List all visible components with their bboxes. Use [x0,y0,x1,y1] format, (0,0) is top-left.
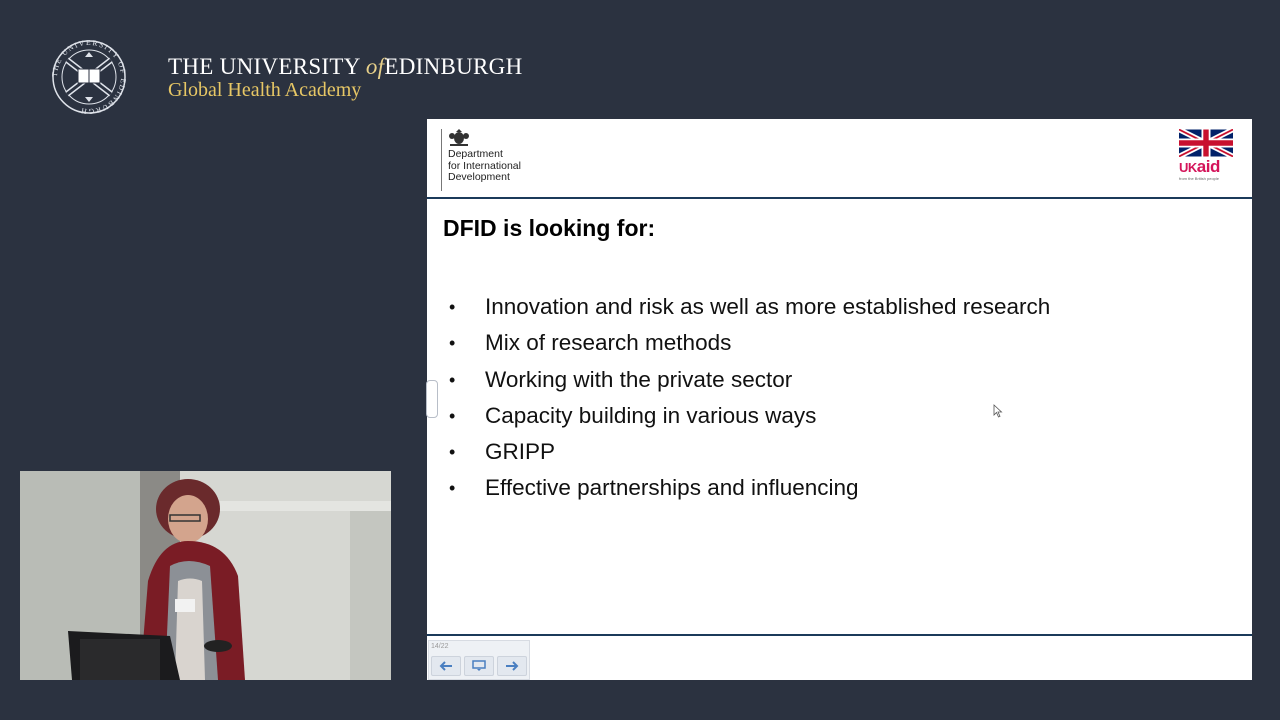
bullet-item: • Innovation and risk as well as more est… [449,289,1050,325]
royal-coat-of-arms-icon [449,129,469,146]
bullet-dot: • [449,478,456,499]
dfid-line-3: Development [448,171,510,183]
university-name-part2: EDINBURGH [384,54,523,79]
slide-counter: 14/22 [431,643,449,650]
ukaid-aid: aid [1196,157,1221,176]
bullet-item: • Effective partnerships and influencing [449,470,1050,506]
bullet-dot: • [449,405,456,426]
bullet-dot: • [449,442,456,463]
bullet-item: • GRIPP [449,434,1050,470]
bullet-dot: • [449,297,456,317]
bullet-item: • Capacity building in various ways [449,398,1050,434]
slide-title: DFID is looking for: [443,215,656,241]
bullet-text: Innovation and risk as well as more esta… [485,294,1051,319]
bullet-text: Mix of research methods [485,330,732,356]
speaker-video-feed-image [20,471,391,680]
bullet-text: Capacity building in various ways [485,402,817,428]
mouse-pointer-icon [993,404,1003,418]
bullet-text: Effective partnerships and influencing [485,475,859,501]
arrow-left-icon [439,661,452,671]
ukaid-uk: UK [1179,160,1197,175]
presentation-slide: Department for International Development… [427,119,1252,680]
bullet-list: • Innovation and risk as well as more est… [449,289,1050,507]
previous-slide-button[interactable] [431,656,461,676]
ukaid-logo: UKaid from the British people [1179,129,1235,185]
academy-name: Global Health Academy [168,79,362,101]
university-name-part1: THE UNIVERSITY [168,54,360,79]
bullet-item: • Mix of research methods [449,325,1050,361]
slide-header: Department for International Development… [427,119,1252,199]
slide-panel-handle[interactable] [426,380,438,418]
bullet-text: GRIPP [485,439,556,465]
bullet-item: • Working with the private sector [449,362,1050,398]
slide-navigation: 14/22 [428,640,530,680]
slide-footer-rule [427,634,1252,636]
slide-menu-button[interactable] [464,656,494,676]
ukaid-tagline: from the British people [1179,176,1220,181]
university-name-of: of [365,54,385,79]
arrow-right-icon [506,661,519,671]
bullet-dot: • [449,333,456,354]
bullet-text: Working with the private sector [485,366,793,392]
university-crest-icon: THE UNIVERSITY OF EDINBURGH [50,38,127,116]
bullet-dot: • [449,369,456,390]
dfid-line-1: Department [448,148,503,160]
university-name: THE UNIVERSITY ofEDINBURGH [168,54,523,80]
slide-menu-icon [472,660,486,671]
dfid-logo: Department for International Development [441,129,558,191]
next-slide-button[interactable] [497,656,527,676]
union-jack-icon [1179,129,1233,157]
speaker-video [20,471,391,680]
